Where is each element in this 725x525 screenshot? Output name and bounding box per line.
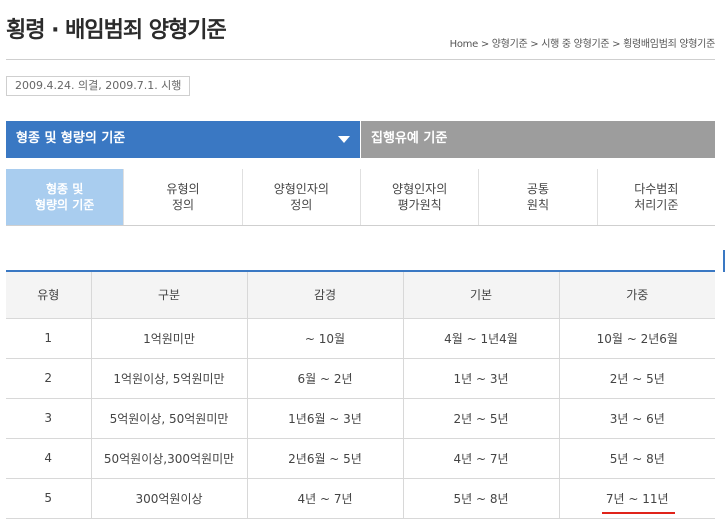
chevron-down-icon[interactable] [338,136,350,143]
cell-aggravated: 5년 ~ 8년 [558,437,715,479]
cell-mitigated: 1년6월 ~ 3년 [246,397,404,439]
cell-aggravated: 10월 ~ 2년6월 [558,317,715,359]
table-row: 5 300억원이상 4년 ~ 7년 5년 ~ 8년 7년 ~ 11년 [6,477,715,519]
cell-mitigated: 6월 ~ 2년 [246,357,404,399]
subtab-label: 양형인자의 평가원칙 [392,182,448,212]
header-mitigated: 감경 [246,270,404,319]
breadcrumb: Home > 양형기준 > 시행 중 양형기준 > 횡령배임범죄 양형기준 [449,39,716,50]
subtab-label: 형종 및 형량의 기준 [34,182,95,212]
cell-basic: 4월 ~ 1년4월 [402,317,560,359]
subtab-common-principles[interactable]: 공통 원칙 [479,169,598,225]
main-tabbar: 형종 및 형량의 기준 집행유예 기준 [6,121,715,158]
subtab-multiple-crimes[interactable]: 다수범죄 처리기준 [597,169,715,225]
cell-category: 1억원미만 [90,317,248,359]
cell-basic: 1년 ~ 3년 [402,357,560,399]
header-category: 구분 [90,270,248,319]
header-basic: 기본 [402,270,560,319]
cell-type: 1 [6,317,92,359]
cell-mitigated: ~ 10월 [246,317,404,359]
cell-mitigated: 4년 ~ 7년 [246,477,404,519]
table-header-row: 유형 구분 감경 기본 가중 [6,270,715,319]
page-title: 횡령 · 배임범죄 양형기준 [6,18,227,43]
tab-probation-criteria[interactable]: 집행유예 기준 [361,121,715,158]
cell-type: 5 [6,477,92,519]
tab-sentencing-criteria-label: 형종 및 형량의 기준 [16,131,126,146]
cell-category: 50억원이상,300억원미만 [90,437,248,479]
header-type: 유형 [6,270,92,319]
cell-category: 5억원이상, 50억원미만 [90,397,248,439]
table-row: 4 50억원이상,300억원미만 2년6월 ~ 5년 4년 ~ 7년 5년 ~ … [6,437,715,479]
cell-basic: 2년 ~ 5년 [402,397,560,439]
sub-tabbar: 형종 및 형량의 기준 유형의 정의 양형인자의 정의 양형인자의 평가원칙 공통 원칙 … [6,169,715,226]
subtab-factor-evaluation[interactable]: 양형인자의 평가원칙 [360,169,480,225]
subtab-label: 공통 원칙 [526,182,550,212]
cell-basic: 5년 ~ 8년 [402,477,560,519]
highlighted-value: 7년 ~ 11년 [601,491,675,514]
subtab-label: 다수범죄 처리기준 [634,182,679,212]
tab-probation-criteria-label: 집행유예 기준 [371,131,448,146]
subtab-sentence-type[interactable]: 형종 및 형량의 기준 [6,169,125,225]
date-note: 2009.4.24. 의결, 2009.7.1. 시행 [6,76,191,96]
cell-type: 4 [6,437,92,479]
cell-category: 300억원이상 [90,477,248,519]
subtab-label: 양형인자의 정의 [273,182,329,212]
cell-mitigated: 2년6월 ~ 5년 [246,437,404,479]
cell-category: 1억원이상, 5억원미만 [90,357,248,399]
title-divider [6,59,715,60]
cell-aggravated: 2년 ~ 5년 [558,357,715,399]
table-row: 2 1억원이상, 5억원미만 6월 ~ 2년 1년 ~ 3년 2년 ~ 5년 [6,357,715,399]
cell-type: 2 [6,357,92,399]
sentencing-table: 유형 구분 감경 기본 가중 1 1억원미만 ~ 10월 4월 ~ 1년4월 1… [6,270,715,519]
header-aggravated: 가중 [558,270,715,319]
cell-aggravated: 7년 ~ 11년 [558,477,715,519]
subtab-factor-definition[interactable]: 양형인자의 정의 [242,169,361,225]
tab-sentencing-criteria[interactable]: 형종 및 형량의 기준 [6,121,360,158]
table-row: 1 1억원미만 ~ 10월 4월 ~ 1년4월 10월 ~ 2년6월 [6,317,715,359]
subtab-type-definition[interactable]: 유형의 정의 [124,169,243,225]
cell-aggravated: 3년 ~ 6년 [558,397,715,439]
subtab-label: 유형의 정의 [166,182,200,212]
table-row: 3 5억원이상, 50억원미만 1년6월 ~ 3년 2년 ~ 5년 3년 ~ 6… [6,397,715,439]
cell-type: 3 [6,397,92,439]
cell-basic: 4년 ~ 7년 [402,437,560,479]
